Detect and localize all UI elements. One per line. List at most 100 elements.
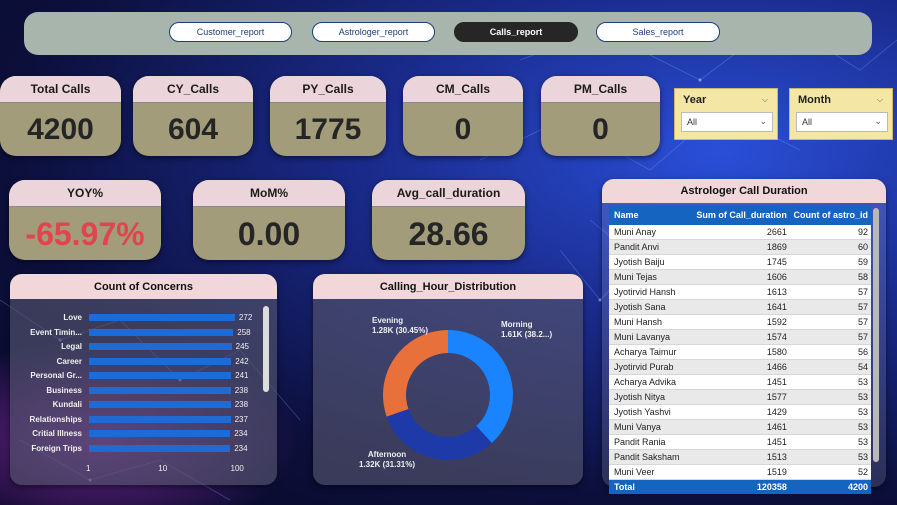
cell-name: Pandit Saksham	[614, 452, 680, 462]
cell-name: Jyotish Yashvi	[614, 407, 671, 417]
kpi-label: PM_Calls	[541, 76, 660, 103]
concern-bar[interactable]	[89, 415, 231, 423]
total-count: 4200	[847, 482, 868, 492]
column-header-sum-duration[interactable]: Sum of Call_duration	[683, 210, 790, 220]
x-axis-tick-label: 1	[86, 464, 91, 473]
kpi-label: Total Calls	[0, 76, 121, 103]
kpi-value: 0	[454, 113, 472, 146]
cell-sum-duration: 1580	[766, 347, 787, 357]
donut-slice-evening[interactable]	[383, 330, 448, 417]
cell-sum-duration: 1613	[766, 287, 787, 297]
table-row[interactable]: Jyotirvid Hansh 1613 57	[609, 285, 871, 300]
concern-bar[interactable]	[89, 430, 231, 437]
tab-astrologer-report[interactable]: Astrologer_report	[312, 22, 435, 42]
cell-sum-duration: 1519	[766, 467, 787, 477]
astrologer-call-duration-table: Name Sum of Call_duration Count of astro…	[609, 205, 879, 494]
concern-bar[interactable]	[89, 444, 231, 452]
kpi-value: -65.97%	[25, 215, 145, 252]
cell-sum-duration: 1466	[766, 362, 787, 372]
cell-name: Jyotirvid Purab	[614, 362, 674, 372]
table-row[interactable]: Muni Hansh 1592 57	[609, 315, 871, 330]
month-slicer[interactable]: Month ⌵ All ⌄	[789, 88, 893, 140]
tab-sales-report[interactable]: Sales_report	[596, 22, 720, 42]
table-row[interactable]: Acharya Taimur 1580 56	[609, 345, 871, 360]
table-row[interactable]: Jyotish Baiju 1745 59	[609, 255, 871, 270]
collapse-chevron-icon[interactable]: ⌵	[877, 95, 883, 105]
x-axis-tick-label: 100	[230, 464, 244, 473]
year-dropdown[interactable]: All ⌄	[681, 112, 773, 132]
table-row[interactable]: Pandit Anvi 1869 60	[609, 240, 871, 255]
category-label: Personal Gr...	[30, 371, 82, 380]
cell-sum-duration: 1461	[766, 422, 787, 432]
kpi-value: 4200	[27, 113, 94, 146]
bar-value-label: 234	[234, 443, 248, 453]
cell-name: Muni Vanya	[614, 422, 661, 432]
bar-value-label: 241	[235, 371, 249, 380]
month-dropdown[interactable]: All ⌄	[796, 112, 888, 132]
bar-value-label: 237	[234, 414, 248, 424]
cell-name: Jyotish Baiju	[614, 257, 665, 267]
cell-sum-duration: 1641	[766, 302, 787, 312]
concern-bar[interactable]	[89, 386, 231, 394]
cell-name: Jyotirvid Hansh	[614, 287, 676, 297]
bar-value-label: 234	[234, 429, 248, 438]
table-row[interactable]: Jyotirvid Purab 1466 54	[609, 360, 871, 375]
category-label: Business	[46, 385, 82, 395]
table-row[interactable]: Jyotish Sana 1641 57	[609, 300, 871, 315]
table-row[interactable]: Muni Anay 2661 92	[609, 225, 871, 240]
concern-bar[interactable]	[89, 343, 232, 350]
cell-sum-duration: 1451	[766, 377, 787, 387]
table-row[interactable]: Pandit Rania 1451 53	[609, 435, 871, 450]
category-label: Career	[56, 356, 82, 366]
tab-customer-report[interactable]: Customer_report	[169, 22, 292, 42]
cell-name: Acharya Taimur	[614, 347, 677, 357]
dropdown-value: All	[802, 117, 813, 127]
donut-slice-morning[interactable]	[448, 330, 513, 444]
cell-count: 59	[857, 257, 868, 267]
table-scrollbar[interactable]	[873, 208, 879, 462]
total-label: Total	[614, 482, 635, 492]
panel-title: Astrologer Call Duration	[602, 179, 886, 203]
tab-calls-report[interactable]: Calls_report	[454, 22, 578, 42]
cell-name: Muni Veer	[614, 467, 655, 477]
kpi-total-calls: Total Calls 4200	[0, 76, 121, 156]
collapse-chevron-icon[interactable]: ⌵	[762, 95, 768, 105]
concern-bar[interactable]	[89, 357, 232, 365]
cell-name: Jyotish Nitya	[614, 392, 666, 402]
table-row[interactable]: Muni Lavanya 1574 57	[609, 330, 871, 345]
kpi-yoy: YOY% -65.97%	[9, 180, 161, 260]
year-slicer[interactable]: Year ⌵ All ⌄	[674, 88, 778, 140]
concern-bar[interactable]	[89, 314, 235, 321]
chevron-down-icon: ⌄	[874, 116, 882, 126]
kpi-pm-calls: PM_Calls 0	[541, 76, 660, 156]
column-header-name[interactable]: Name	[609, 210, 683, 220]
kpi-value: 28.66	[408, 215, 489, 252]
kpi-cm-calls: CM_Calls 0	[403, 76, 523, 156]
table-row[interactable]: Muni Veer 1519 52	[609, 465, 871, 480]
cell-count: 57	[857, 287, 868, 297]
calling-hour-distribution-panel: Calling_Hour_Distribution Evening 1.28K …	[313, 274, 583, 485]
cell-sum-duration: 1513	[766, 452, 787, 462]
concern-bar[interactable]	[89, 328, 234, 336]
table-row[interactable]: Pandit Saksham 1513 53	[609, 450, 871, 465]
table-row[interactable]: Acharya Advika 1451 53	[609, 375, 871, 390]
scrollbar[interactable]	[263, 306, 269, 392]
table-row[interactable]: Muni Vanya 1461 53	[609, 420, 871, 435]
category-label: Kundali	[52, 400, 82, 409]
table-row[interactable]: Jyotish Yashvi 1429 53	[609, 405, 871, 420]
cell-count: 53	[857, 452, 868, 462]
cell-count: 53	[857, 407, 868, 417]
cell-sum-duration: 1606	[766, 272, 787, 282]
cell-count: 52	[857, 467, 868, 477]
cell-count: 60	[857, 242, 868, 252]
category-label: Event Timin...	[30, 327, 82, 337]
concern-bar[interactable]	[89, 372, 232, 379]
cell-sum-duration: 1429	[766, 407, 787, 417]
afternoon-label: Afternoon 1.32K (31.31%)	[359, 450, 416, 469]
table-row[interactable]: Jyotish Nitya 1577 53	[609, 390, 871, 405]
concern-bar[interactable]	[89, 401, 231, 408]
column-header-count[interactable]: Count of astro_id	[790, 210, 871, 220]
table-row[interactable]: Muni Tejas 1606 58	[609, 270, 871, 285]
cell-name: Pandit Anvi	[614, 242, 660, 252]
category-label: Legal	[61, 342, 82, 351]
